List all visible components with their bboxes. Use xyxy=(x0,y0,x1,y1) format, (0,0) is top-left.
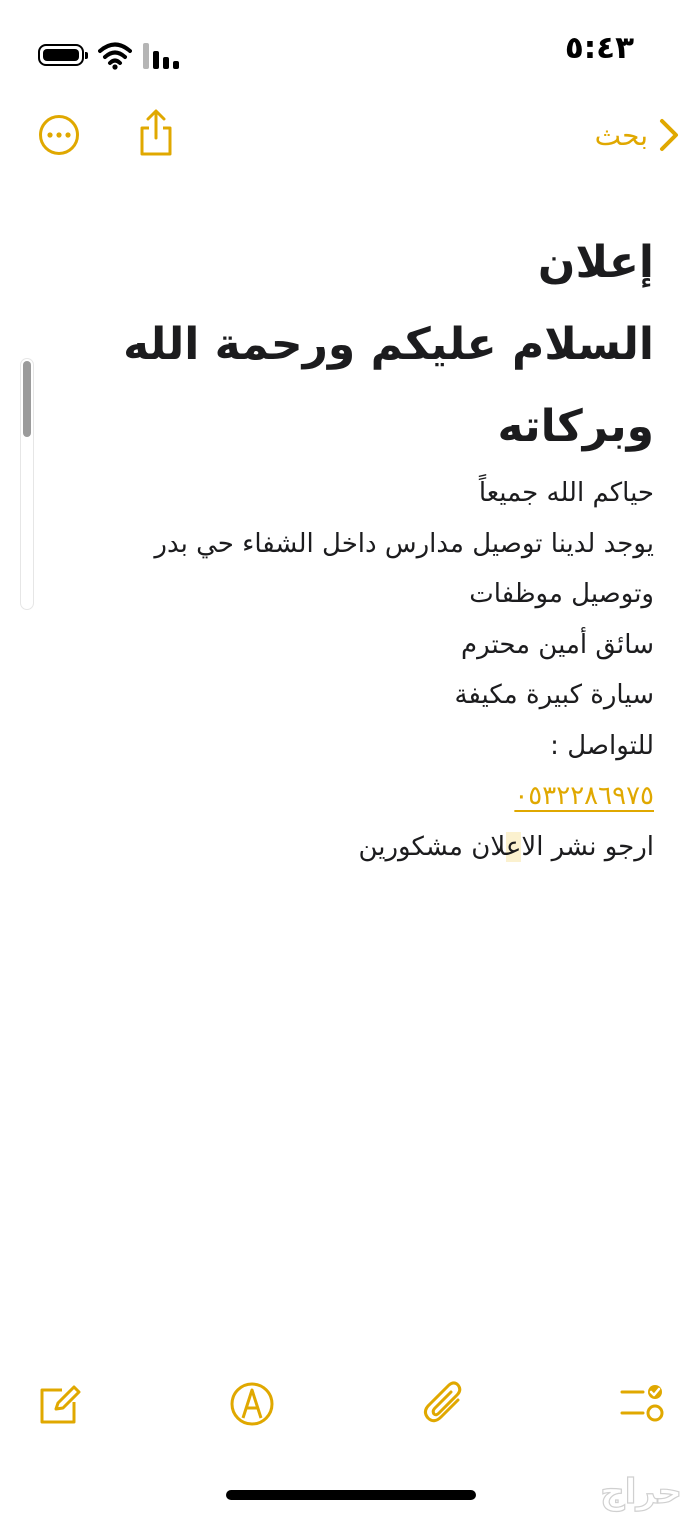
note-content[interactable]: إعلان السلام عليكم ورحمة الله وبركاته حي… xyxy=(54,222,654,872)
paperclip-icon[interactable] xyxy=(422,1380,470,1428)
chevron-right-icon xyxy=(660,119,678,151)
body-line: ارجو نشر الاعلان مشكورين xyxy=(54,822,654,873)
text-segment: ارجو نشر ال xyxy=(521,831,654,862)
screen-edge xyxy=(0,300,8,540)
back-label: بحث xyxy=(594,118,648,152)
compose-icon[interactable] xyxy=(36,1380,84,1428)
note-title: إعلان السلام عليكم ورحمة الله وبركاته xyxy=(54,222,654,468)
markup-pen-icon[interactable] xyxy=(228,1380,276,1428)
bottom-toolbar xyxy=(0,1380,700,1444)
title-line: وبركاته xyxy=(497,401,654,452)
title-line: إعلان xyxy=(537,237,654,288)
checklist-icon[interactable] xyxy=(616,1380,664,1428)
body-line: للتواصل : xyxy=(550,730,654,761)
note-body: حياكم الله جميعاً يوجد لدينا توصيل مدارس… xyxy=(54,468,654,872)
body-line: حياكم الله جميعاً xyxy=(478,478,654,508)
home-indicator[interactable] xyxy=(226,1490,476,1500)
back-button[interactable]: بحث xyxy=(595,112,680,158)
scrollbar[interactable] xyxy=(20,358,34,610)
body-line: يوجد لدينا توصيل مدارس داخل الشفاء حي بد… xyxy=(154,528,654,559)
body-line: سيارة كبيرة مكيفة xyxy=(454,680,654,710)
body-line: وتوصيل موظفات xyxy=(469,579,654,609)
status-bar: ٥:٤٣ xyxy=(0,0,700,100)
phone-line: ٠٥٣٢٢٨٦٩٧٥ xyxy=(54,771,654,822)
battery-icon xyxy=(38,44,88,66)
status-time: ٥:٤٣ xyxy=(564,30,634,66)
screen-edge xyxy=(692,120,700,450)
body-line: سائق أمين محترم xyxy=(461,629,654,660)
phone-number-link[interactable]: ٠٥٣٢٢٨٦٩٧٥ xyxy=(514,781,654,811)
ellipsis-circle-icon[interactable] xyxy=(38,114,80,156)
cellular-signal-icon xyxy=(143,43,183,69)
watermark-logo: حراج xyxy=(600,1471,682,1512)
wifi-icon xyxy=(98,42,132,70)
text-selection-highlight: اع xyxy=(505,831,522,862)
text-segment: لان مشكورين xyxy=(358,831,506,862)
scrollbar-thumb[interactable] xyxy=(23,361,31,437)
share-icon[interactable] xyxy=(136,108,176,158)
title-line: السلام عليكم ورحمة الله xyxy=(123,319,654,370)
